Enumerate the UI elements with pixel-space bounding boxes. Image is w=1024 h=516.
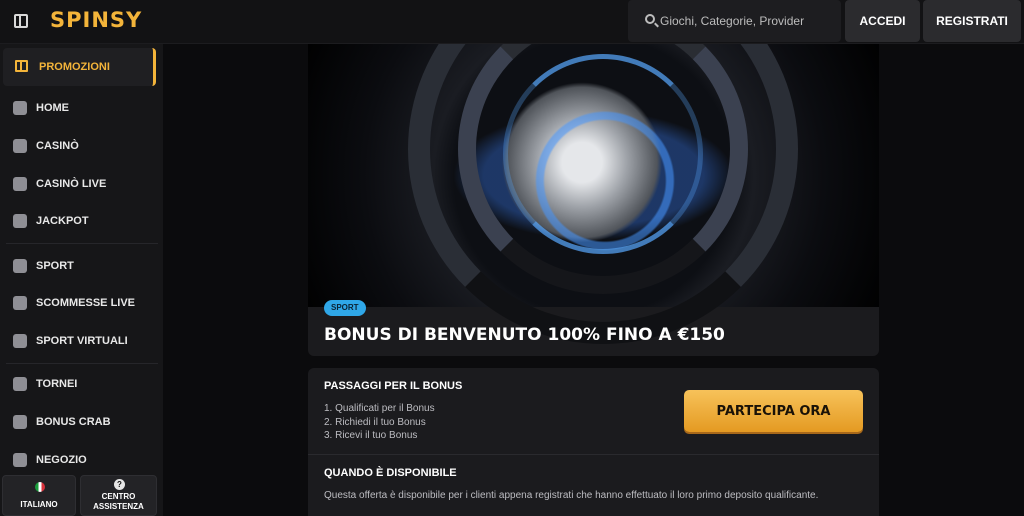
- shop-icon: [13, 453, 27, 467]
- sidebar-item-bonus-crab[interactable]: BONUS CRAB: [0, 405, 163, 439]
- sidebar-item-casino[interactable]: CASINÒ: [0, 129, 163, 163]
- join-now-button[interactable]: PARTECIPA ORA: [684, 390, 863, 432]
- sidebar-item-promozioni[interactable]: PROMOZIONI: [3, 48, 156, 86]
- sidebar-item-casino-live[interactable]: CASINÒ LIVE: [0, 167, 163, 201]
- sidebar-item-sport-virtuali[interactable]: SPORT VIRTUALI: [0, 324, 163, 358]
- live-icon: [13, 296, 27, 310]
- sidebar-item-label: CASINÒ LIVE: [36, 178, 107, 190]
- soccer-ball-icon: [13, 259, 27, 273]
- sidebar-item-home[interactable]: HOME: [0, 91, 163, 125]
- search-icon: [645, 14, 655, 24]
- gift-icon: [15, 60, 28, 72]
- availability-text: Questa offerta è disponibile per i clien…: [324, 490, 819, 501]
- sidebar-item-label: BONUS CRAB: [36, 416, 111, 428]
- trophy-icon: [13, 377, 27, 391]
- sidebar-item-label: TORNEI: [36, 378, 78, 390]
- search-input[interactable]: [660, 11, 835, 31]
- italy-flag-icon: [35, 482, 45, 492]
- sidebar-item-label: CASINÒ: [36, 140, 79, 152]
- sidebar-toggle-icon[interactable]: [14, 14, 28, 28]
- help-icon: ?: [114, 479, 125, 490]
- sidebar-item-negozio[interactable]: NEGOZIO: [0, 443, 163, 477]
- sidebar-item-label: SPORT VIRTUALI: [36, 335, 128, 347]
- home-icon: [13, 101, 27, 115]
- sidebar-item-label: SCOMMESSE LIVE: [36, 297, 136, 309]
- step-item: 1. Qualificati per il Bonus: [324, 403, 435, 414]
- logo[interactable]: SPINSY: [50, 8, 142, 32]
- help-label-line2: ASSISTENZA: [93, 502, 144, 511]
- register-button[interactable]: REGISTRATI: [923, 0, 1021, 42]
- sidebar-item-label: HOME: [36, 102, 69, 114]
- sidebar-item-tornei[interactable]: TORNEI: [0, 367, 163, 401]
- language-label: ITALIANO: [20, 500, 58, 509]
- sidebar-item-label: JACKPOT: [36, 215, 89, 227]
- promo-hero-card: SPORT BONUS DI BENVENUTO 100% FINO A €15…: [308, 44, 879, 356]
- live-casino-icon: [13, 177, 27, 191]
- divider: [6, 363, 158, 364]
- step-item: 2. Richiedi il tuo Bonus: [324, 417, 426, 428]
- help-label-line1: CENTRO: [101, 492, 136, 501]
- bonus-info-card: PASSAGGI PER IL BONUS 1. Qualificati per…: [308, 368, 879, 516]
- sidebar-item-label: PROMOZIONI: [39, 61, 110, 73]
- ring-decoration: [503, 54, 703, 254]
- top-header: SPINSY ACCEDI REGISTRATI: [0, 0, 1024, 44]
- slot-icon: [13, 139, 27, 153]
- login-button[interactable]: ACCEDI: [845, 0, 920, 42]
- help-center-button[interactable]: ? CENTRO ASSISTENZA: [80, 475, 157, 516]
- step-item: 3. Ricevi il tuo Bonus: [324, 430, 418, 441]
- hero-image: [308, 44, 879, 344]
- sidebar-item-jackpot[interactable]: JACKPOT: [0, 204, 163, 238]
- sidebar-item-label: NEGOZIO: [36, 454, 87, 466]
- crab-icon: [13, 415, 27, 429]
- sidebar-item-label: SPORT: [36, 260, 74, 272]
- category-badge: SPORT: [324, 300, 366, 316]
- promo-title: BONUS DI BENVENUTO 100% FINO A €150: [324, 325, 725, 345]
- search-box[interactable]: [628, 0, 841, 42]
- divider: [6, 243, 158, 244]
- sidebar: PROMOZIONI HOME CASINÒ CASINÒ LIVE JACKP…: [0, 44, 163, 516]
- steps-title: PASSAGGI PER IL BONUS: [324, 380, 463, 392]
- language-button[interactable]: ITALIANO: [2, 475, 76, 516]
- sidebar-item-scommesse-live[interactable]: SCOMMESSE LIVE: [0, 286, 163, 320]
- virtual-sport-icon: [13, 334, 27, 348]
- availability-title: QUANDO È DISPONIBILE: [324, 467, 457, 479]
- clover-icon: [13, 214, 27, 228]
- sidebar-item-sport[interactable]: SPORT: [0, 249, 163, 283]
- divider: [308, 454, 879, 455]
